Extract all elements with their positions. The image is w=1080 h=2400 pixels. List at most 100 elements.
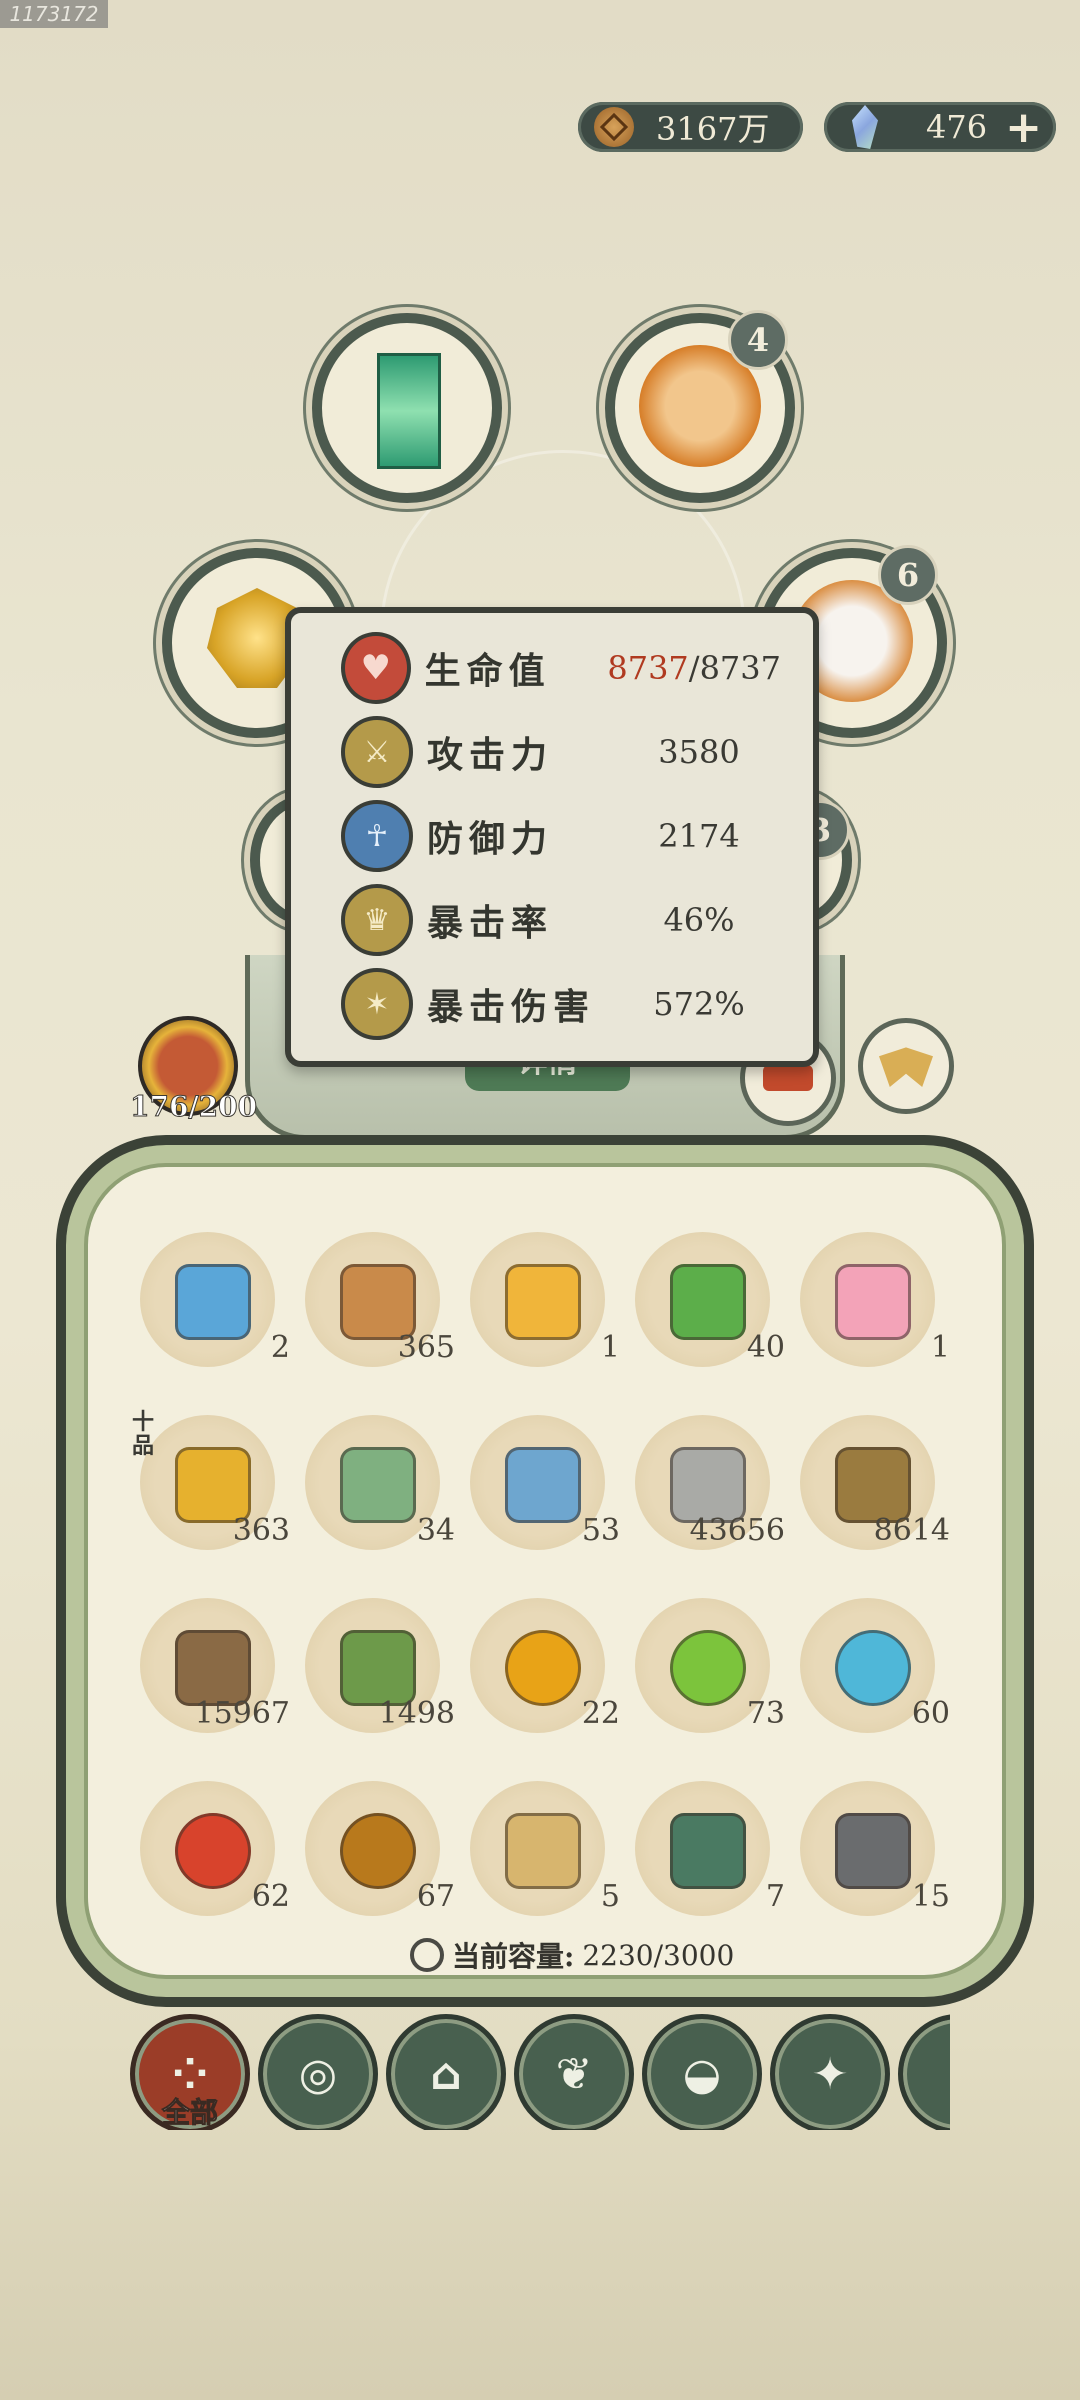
fire-orb-icon — [175, 1813, 251, 1889]
crown-flame-icon: ♛ — [341, 884, 413, 956]
monkey-capacity: 176/200 — [130, 1090, 258, 1124]
plank-icon — [505, 1813, 581, 1889]
stat-crit-damage: ✶ 暴击伤害 572% — [341, 968, 781, 1040]
talisman-slot[interactable] — [312, 313, 502, 503]
sprout-icon: ❦ — [555, 2048, 593, 2100]
coin-icon — [594, 107, 634, 147]
item-count: 1 — [930, 1330, 950, 1365]
tab-log[interactable]: ◎ — [258, 2014, 378, 2130]
inventory-item[interactable]: 2 — [140, 1232, 290, 1372]
stat-hp: ♥ 生命值 8737/8737 — [341, 632, 781, 704]
inventory-item[interactable]: 62 — [140, 1781, 290, 1921]
item-count: 34 — [416, 1513, 455, 1548]
stat-value: 8737/8737 — [607, 649, 781, 687]
item-count: 363 — [232, 1513, 290, 1548]
inventory-item[interactable]: 363 十品 — [132, 1410, 290, 1555]
inventory-item[interactable]: 1498 — [305, 1598, 455, 1738]
inventory-item[interactable]: 5 — [470, 1781, 620, 1921]
inventory-item[interactable]: 8614 — [800, 1415, 950, 1555]
item-count: 1498 — [378, 1696, 455, 1731]
tab-map[interactable]: ✦ — [770, 2014, 890, 2130]
burst-icon: ✶ — [341, 968, 413, 1040]
inventory-item[interactable]: 73 — [635, 1598, 785, 1738]
gem-amount: 476 — [926, 108, 988, 146]
item-count: 1 — [600, 1330, 620, 1365]
item-count: 5 — [600, 1879, 620, 1914]
level-badge: 4 — [728, 310, 788, 370]
inventory-item[interactable]: 53 — [470, 1415, 620, 1555]
id-tag: 1173172 — [0, 0, 108, 28]
inventory-item[interactable]: 1 — [800, 1232, 950, 1372]
jade-talisman-icon — [377, 353, 441, 469]
bamboo-icon — [340, 1630, 416, 1706]
dish-icon — [763, 1065, 813, 1091]
stat-name: 防御力 — [427, 818, 554, 860]
gem-counter[interactable]: 476 + — [824, 102, 1056, 153]
stat-value: 572% — [653, 985, 745, 1023]
hut-icon: ⌂ — [430, 2048, 462, 2100]
inventory-item[interactable]: 15967 — [140, 1598, 290, 1738]
inventory-item[interactable]: 15 — [800, 1781, 950, 1921]
heart-icon: ♥ — [341, 632, 411, 704]
log-icon: ◎ — [298, 2048, 338, 2100]
hp-current: 8737 — [607, 649, 689, 687]
inventory-item[interactable]: 22 — [470, 1598, 620, 1738]
sword-icon: ⚔ — [341, 716, 413, 788]
gem-icon — [852, 105, 878, 149]
tab-hut[interactable]: ⌂ — [386, 2014, 506, 2130]
capacity-row: 当前容量: 2230/3000 — [410, 1935, 734, 1975]
gold-orb-icon — [505, 1630, 581, 1706]
add-gems-button[interactable]: + — [1005, 102, 1042, 153]
lotus-icon — [835, 1264, 911, 1340]
map-icon: ✦ — [811, 2048, 849, 2100]
stat-attack: ⚔ 攻击力 3580 — [341, 716, 781, 788]
stat-value: 46% — [663, 901, 735, 939]
item-count: 60 — [911, 1696, 950, 1731]
coin-amount: 3167万 — [656, 110, 770, 148]
map-scroll-icon — [340, 1264, 416, 1340]
moth-icon — [879, 1047, 933, 1087]
hp-max: /8737 — [688, 649, 781, 687]
inventory-item[interactable]: 60 — [800, 1598, 950, 1738]
inventory-item[interactable]: 34 — [305, 1415, 455, 1555]
tab-all[interactable]: ⁘ 全部 — [130, 2014, 250, 2130]
inventory-item[interactable]: 365 — [305, 1232, 455, 1372]
stat-name: 暴击伤害 — [427, 986, 596, 1028]
inventory-item[interactable]: 67 — [305, 1781, 455, 1921]
tab-label: 全部 — [161, 2096, 218, 2130]
item-count: 15967 — [194, 1696, 290, 1731]
straw-icon — [835, 1447, 911, 1523]
item-count: 8614 — [873, 1513, 950, 1548]
item-count: 365 — [397, 1330, 455, 1365]
scroll-ticket-icon — [175, 1264, 251, 1340]
tab-bowl[interactable]: ◒ — [642, 2014, 762, 2130]
talisman-icon — [505, 1264, 581, 1340]
stat-value: 3580 — [658, 733, 740, 771]
scroll-icon: ❘ — [940, 2049, 950, 2100]
item-count: 73 — [746, 1696, 785, 1731]
inventory-item[interactable]: 1 — [470, 1232, 620, 1372]
green-orb-icon — [670, 1630, 746, 1706]
moth-button[interactable] — [858, 1018, 954, 1114]
bowl-icon: ◒ — [682, 2048, 722, 2100]
capacity-label: 当前容量: — [452, 1940, 575, 1973]
stats-popup: ♥ 生命值 8737/8737 ⚔ 攻击力 3580 ☥ 防御力 2174 ♛ … — [285, 607, 819, 1067]
category-tabs: ⁘全部 ◎ ⌂ ❦ ◒ ✦ ❘ — [130, 2010, 950, 2130]
level-badge-2: 6 — [878, 545, 938, 605]
stat-name: 攻击力 — [427, 734, 554, 776]
inventory-item[interactable]: 7 — [635, 1781, 785, 1921]
blue-pouch-icon — [505, 1447, 581, 1523]
tab-sprout[interactable]: ❦ — [514, 2014, 634, 2130]
tab-scroll[interactable]: ❘ — [898, 2014, 950, 2130]
stat-name: 暴击率 — [427, 902, 554, 944]
golden-fruit-icon — [175, 1447, 251, 1523]
item-count: 53 — [581, 1513, 620, 1548]
item-count: 15 — [911, 1879, 950, 1914]
inventory-item[interactable]: 43656 — [635, 1415, 785, 1555]
item-count: 62 — [251, 1879, 290, 1914]
stat-value: 2174 — [658, 817, 740, 855]
item-count: 40 — [746, 1330, 785, 1365]
coin-counter[interactable]: 3167万 — [578, 102, 803, 152]
earth-orb-icon — [340, 1813, 416, 1889]
inventory-item[interactable]: 40 — [635, 1232, 785, 1372]
